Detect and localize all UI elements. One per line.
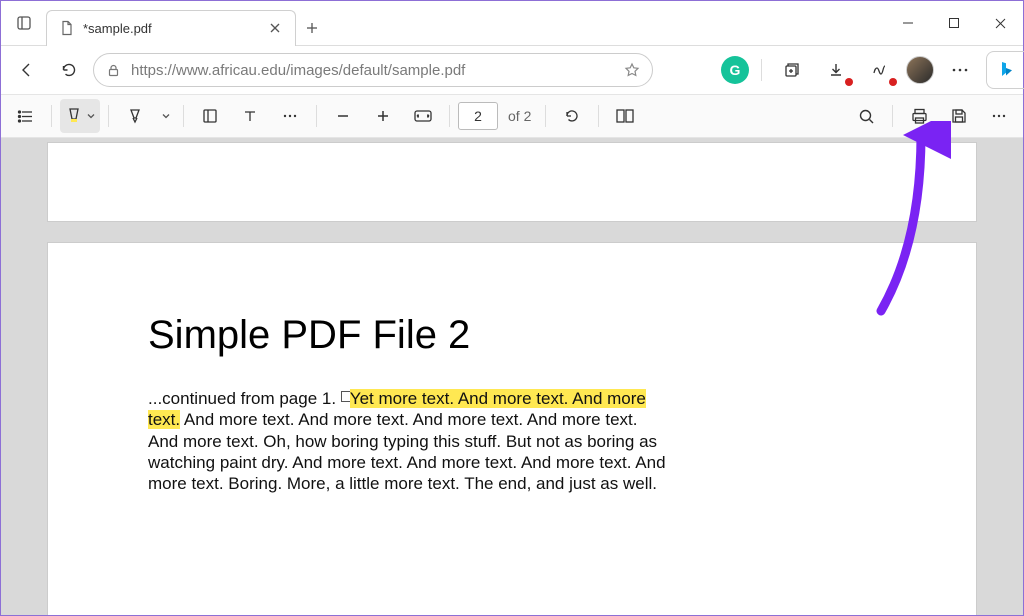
separator (183, 105, 184, 127)
find-button[interactable] (848, 99, 884, 133)
file-icon (59, 20, 75, 36)
separator (51, 105, 52, 127)
separator (598, 105, 599, 127)
pdf-toolbar: of 2 (1, 94, 1023, 138)
separator (892, 105, 893, 127)
pdf-viewer[interactable]: Simple PDF File 2 ...continued from page… (1, 138, 1023, 615)
pdf-page-previous[interactable] (47, 142, 977, 222)
pdf-page-current[interactable]: Simple PDF File 2 ...continued from page… (47, 242, 977, 615)
fit-width-button[interactable] (405, 99, 441, 133)
minimize-button[interactable] (885, 1, 931, 46)
separator (108, 105, 109, 127)
window-controls (885, 1, 1023, 46)
page-view-button[interactable] (607, 99, 643, 133)
refresh-button[interactable] (51, 52, 87, 88)
rotate-button[interactable] (554, 99, 590, 133)
collections-button[interactable] (774, 52, 810, 88)
tab-title: *sample.pdf (83, 21, 259, 36)
menu-button[interactable] (942, 52, 978, 88)
text-tool[interactable] (232, 99, 268, 133)
more-tools-button[interactable] (272, 99, 308, 133)
zoom-in-button[interactable] (365, 99, 401, 133)
separator (449, 105, 450, 127)
navbar: https://www.africau.edu/images/default/s… (1, 46, 1023, 94)
chevron-down-icon (86, 111, 96, 121)
page-total-label: of 2 (502, 108, 537, 124)
chevron-down-icon[interactable] (157, 111, 175, 121)
separator (545, 105, 546, 127)
maximize-button[interactable] (931, 1, 977, 46)
body-rest: And more text. And more text. And more t… (148, 410, 666, 493)
close-tab-button[interactable] (267, 20, 283, 36)
draw-tool[interactable] (117, 99, 153, 133)
lock-icon (106, 63, 121, 78)
separator (761, 59, 762, 81)
document-body: ...continued from page 1. Yet more text.… (148, 388, 668, 494)
document-title: Simple PDF File 2 (148, 313, 876, 358)
profile-avatar[interactable] (906, 56, 934, 84)
favorite-icon[interactable] (624, 62, 640, 78)
downloads-button[interactable] (818, 52, 854, 88)
browser-tab[interactable]: *sample.pdf (46, 10, 296, 46)
back-button[interactable] (9, 52, 45, 88)
contents-button[interactable] (7, 99, 43, 133)
tab-actions-button[interactable] (1, 15, 46, 31)
more-options-button[interactable] (981, 99, 1017, 133)
bing-sidebar-button[interactable] (986, 51, 1024, 89)
pdf-toolbar-right (848, 99, 1017, 133)
nav-right: G (721, 51, 1015, 89)
save-button[interactable] (941, 99, 977, 133)
new-tab-button[interactable] (296, 10, 328, 46)
highlighter-icon (64, 106, 84, 126)
erase-tool[interactable] (192, 99, 228, 133)
zoom-out-button[interactable] (325, 99, 361, 133)
grammarly-extension[interactable]: G (721, 56, 749, 84)
url-text: https://www.africau.edu/images/default/s… (131, 62, 614, 79)
print-button[interactable] (901, 99, 937, 133)
body-leading: ...continued from page 1. (148, 389, 341, 408)
titlebar: *sample.pdf (1, 1, 1023, 46)
separator (316, 105, 317, 127)
performance-button[interactable] (862, 52, 898, 88)
highlight-tool[interactable] (60, 99, 100, 133)
address-bar[interactable]: https://www.africau.edu/images/default/s… (93, 53, 653, 87)
page-number-input[interactable] (458, 102, 498, 130)
close-window-button[interactable] (977, 1, 1023, 46)
